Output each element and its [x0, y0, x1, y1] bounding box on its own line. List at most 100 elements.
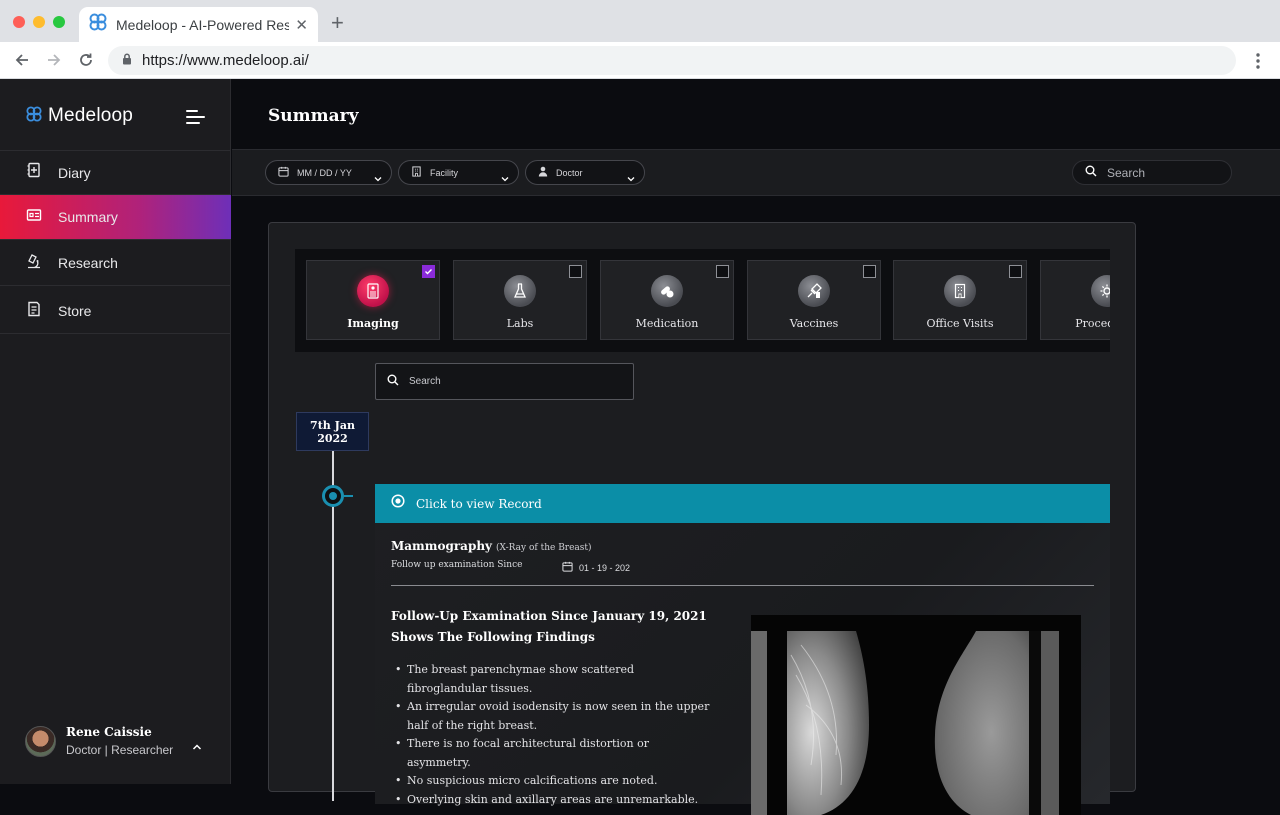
- list-item: The breast parenchymae show scattered fi…: [391, 661, 711, 698]
- page-title: Summary: [268, 106, 359, 126]
- category-vaccines[interactable]: Vaccines: [747, 260, 881, 340]
- category-checkbox[interactable]: [422, 265, 435, 278]
- avatar: [25, 725, 56, 757]
- doctor-filter[interactable]: Doctor: [525, 160, 645, 185]
- browser-toolbar: https://www.medeloop.ai/: [0, 42, 1280, 79]
- new-tab-button[interactable]: +: [331, 12, 344, 34]
- building-icon: [944, 275, 976, 307]
- category-label: Office Visits: [926, 317, 994, 330]
- browser-menu-icon[interactable]: [1250, 51, 1266, 71]
- category-labs[interactable]: Labs: [453, 260, 587, 340]
- lock-icon: [122, 52, 132, 70]
- tab-close-icon[interactable]: ✕: [295, 16, 308, 34]
- timeline-date: 7th Jan 2022: [296, 412, 369, 451]
- exam-title: Mammography (X-Ray of the Breast): [391, 539, 592, 553]
- person-icon: [538, 164, 548, 182]
- summary-panel: Imaging Labs Medication Vaccines Office …: [268, 222, 1136, 815]
- sidebar-item-research[interactable]: Research: [0, 241, 231, 286]
- findings-subheading: Shows The Following Findings: [391, 630, 595, 644]
- user-profile[interactable]: Rene Caissie Doctor | Researcher: [25, 725, 173, 757]
- sidebar-item-label: Diary: [58, 164, 91, 181]
- sidebar-item-diary[interactable]: Diary: [0, 150, 231, 195]
- sidebar-item-label: Summary: [58, 209, 118, 225]
- chevron-up-icon[interactable]: [192, 738, 202, 756]
- timeline-date-day: 7th Jan: [310, 419, 355, 432]
- category-office-visits[interactable]: Office Visits: [893, 260, 1027, 340]
- url-text: https://www.medeloop.ai/: [142, 52, 309, 69]
- microscope-icon: [26, 253, 42, 274]
- category-label: Labs: [506, 317, 534, 330]
- sidebar-item-label: Research: [58, 255, 118, 271]
- calendar-icon: [278, 164, 289, 182]
- global-search-input[interactable]: Search: [1072, 160, 1232, 185]
- exam-subtitle: (X-Ray of the Breast): [496, 543, 592, 553]
- flask-icon: [504, 275, 536, 307]
- imaging-icon: [357, 275, 389, 307]
- minimize-window-button[interactable]: [33, 16, 45, 28]
- list-item: There is no focal architectural distorti…: [391, 735, 711, 772]
- timeline-node: [322, 485, 344, 507]
- follow-up-label: Follow up examination Since: [391, 560, 523, 570]
- sidebar-item-summary[interactable]: Summary: [0, 195, 231, 240]
- mammography-image[interactable]: [751, 615, 1081, 815]
- record-card: Click to view Record Mammography (X-Ray o…: [375, 484, 1110, 815]
- pill-icon: [651, 275, 683, 307]
- view-record-button[interactable]: Click to view Record: [375, 484, 1110, 523]
- date-filter-label: MM / DD / YY: [297, 167, 352, 178]
- filter-bar: MM / DD / YY Facility Doctor Search: [232, 150, 1280, 196]
- collapse-menu-icon[interactable]: [186, 110, 205, 124]
- timeline-date-year: 2022: [317, 432, 348, 445]
- record-search-placeholder: Search: [409, 376, 441, 387]
- category-strip: Imaging Labs Medication Vaccines Office …: [295, 249, 1110, 352]
- exam-date-text: 01 - 19 - 202: [579, 563, 631, 573]
- category-procedures[interactable]: Procedures: [1040, 260, 1110, 340]
- timeline-connector: [344, 495, 353, 497]
- category-checkbox[interactable]: [1009, 265, 1022, 278]
- category-label: Medication: [635, 317, 699, 330]
- date-filter[interactable]: MM / DD / YY: [265, 160, 392, 185]
- record-search-input[interactable]: Search: [375, 363, 634, 400]
- list-item: Overlying skin and axillary areas are un…: [391, 791, 711, 810]
- list-item: No suspicious micro calcifications are n…: [391, 772, 711, 791]
- forward-arrow-icon[interactable]: [44, 50, 64, 70]
- summary-icon: [26, 207, 42, 228]
- building-icon: [411, 164, 422, 182]
- back-arrow-icon[interactable]: [12, 50, 32, 70]
- search-icon: [387, 373, 399, 391]
- browser-tab[interactable]: Medeloop - AI-Powered Research ✕: [79, 7, 318, 42]
- calendar-icon: [562, 559, 573, 577]
- divider: [391, 585, 1094, 586]
- vaccine-icon: [798, 275, 830, 307]
- view-record-label: Click to view Record: [416, 496, 542, 511]
- reload-icon[interactable]: [76, 50, 96, 70]
- category-label: Imaging: [347, 317, 399, 330]
- user-name: Rene Caissie: [66, 725, 152, 739]
- exam-name: Mammography: [391, 539, 493, 553]
- doctor-filter-label: Doctor: [556, 167, 583, 178]
- chevron-down-icon: [501, 169, 509, 187]
- category-label: Procedures: [1075, 317, 1110, 330]
- address-bar[interactable]: https://www.medeloop.ai/: [108, 46, 1236, 75]
- procedures-icon: [1091, 275, 1110, 307]
- findings-heading: Follow-Up Examination Since January 19, …: [391, 609, 707, 623]
- category-medication[interactable]: Medication: [600, 260, 734, 340]
- logo[interactable]: Medeloop: [26, 105, 133, 127]
- category-checkbox[interactable]: [716, 265, 729, 278]
- category-checkbox[interactable]: [569, 265, 582, 278]
- category-checkbox[interactable]: [863, 265, 876, 278]
- facility-filter-label: Facility: [430, 167, 459, 178]
- chevron-down-icon: [627, 169, 635, 187]
- close-window-button[interactable]: [13, 16, 25, 28]
- category-imaging[interactable]: Imaging: [306, 260, 440, 340]
- diary-icon: [26, 162, 42, 183]
- findings-list: The breast parenchymae show scattered fi…: [391, 661, 711, 809]
- sidebar: Medeloop Diary Summary Research Store Re…: [0, 79, 231, 784]
- sidebar-item-store[interactable]: Store: [0, 289, 231, 334]
- chevron-down-icon: [374, 169, 382, 187]
- user-role: Doctor | Researcher: [66, 743, 174, 757]
- maximize-window-button[interactable]: [53, 16, 65, 28]
- search-icon: [1085, 164, 1097, 182]
- list-item: An irregular ovoid isodensity is now see…: [391, 698, 711, 735]
- facility-filter[interactable]: Facility: [398, 160, 519, 185]
- logo-text: Medeloop: [48, 105, 134, 126]
